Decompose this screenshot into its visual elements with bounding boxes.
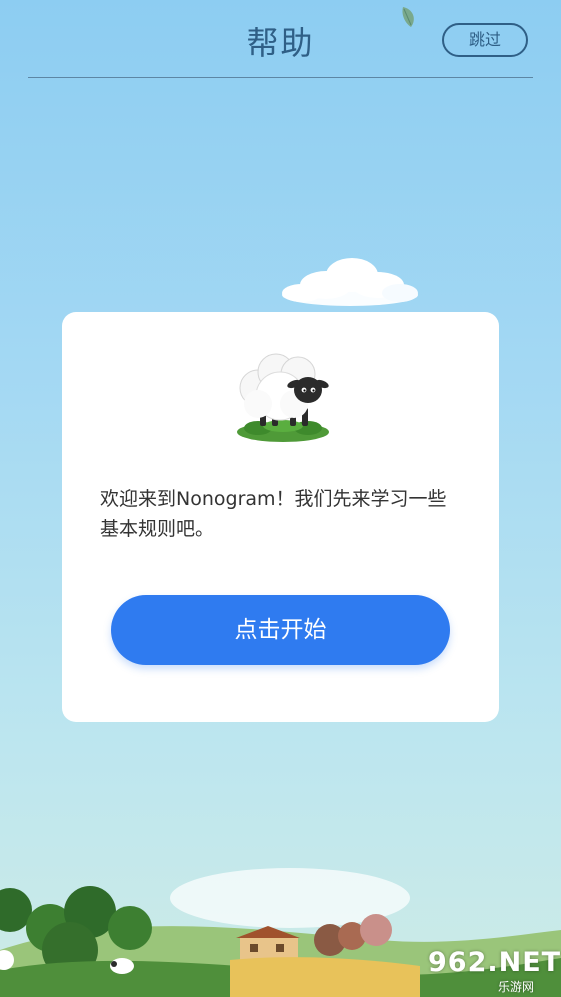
watermark-sub-text: 乐游网 — [498, 980, 535, 994]
cloud-decoration — [282, 258, 418, 306]
sheep-icon — [237, 353, 329, 442]
welcome-message: 欢迎来到Nonogram！我们先来学习一些基本规则吧。 — [100, 488, 447, 540]
help-screen: 帮助 跳过 欢迎来到Nonogram！我们先来学习一些基本规则吧。 点击开始 9… — [0, 0, 561, 997]
header-divider — [28, 77, 533, 78]
watermark-logo: 962.NET 乐游网 — [420, 945, 561, 994]
welcome-dialog: 欢迎来到Nonogram！我们先来学习一些基本规则吧。 点击开始 — [62, 312, 499, 722]
skip-button[interactable]: 跳过 — [442, 23, 528, 57]
watermark-logo-text: 962.NET — [428, 947, 561, 978]
start-button[interactable]: 点击开始 — [111, 595, 450, 665]
